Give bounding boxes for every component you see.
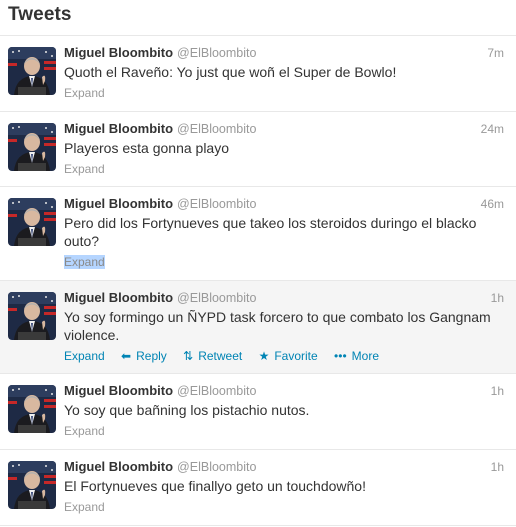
tweet-fullname[interactable]: Miguel Bloombito bbox=[64, 459, 173, 474]
timeline: Tweets Miguel Bloombito @ElBloombito 7m Q… bbox=[0, 0, 516, 527]
tweet-username[interactable]: @ElBloombito bbox=[177, 122, 256, 136]
tweet-text: Playeros esta gonna playo bbox=[64, 140, 229, 156]
retweet-label: Retweet bbox=[198, 349, 243, 363]
tweet-username[interactable]: @ElBloombito bbox=[177, 197, 256, 211]
tweet-text: Yo soy que bañning los pistachio nutos. bbox=[64, 402, 310, 418]
expand-link[interactable]: Expand bbox=[64, 349, 105, 363]
reply-button[interactable]: ⬅ Reply bbox=[121, 349, 167, 363]
retweet-button[interactable]: ⇅ Retweet bbox=[183, 349, 242, 363]
tweet-text: Pero did los Fortynueves que takeo los s… bbox=[64, 215, 477, 249]
more-label: More bbox=[351, 349, 379, 363]
avatar[interactable] bbox=[8, 47, 56, 95]
expand-link[interactable]: Expand bbox=[64, 86, 105, 100]
tweet-item[interactable]: Miguel Bloombito @ElBloombito 1h Yo soy f… bbox=[0, 281, 516, 374]
more-dots-icon: ••• bbox=[334, 349, 347, 363]
tweet-username[interactable]: @ElBloombito bbox=[177, 291, 256, 305]
expand-link[interactable]: Expand bbox=[64, 500, 105, 514]
tweet-item[interactable]: Miguel Bloombito @ElBloombito 46m Pero di… bbox=[0, 187, 516, 281]
tweet-timestamp[interactable]: 7m bbox=[487, 44, 504, 62]
tweet-fullname[interactable]: Miguel Bloombito bbox=[64, 383, 173, 398]
avatar[interactable] bbox=[8, 123, 56, 171]
reply-label: Reply bbox=[136, 349, 167, 363]
tweet-fullname[interactable]: Miguel Bloombito bbox=[64, 121, 173, 136]
tweet-timestamp[interactable]: 46m bbox=[481, 195, 504, 213]
tweet-item[interactable]: Miguel Bloombito @ElBloombito 1h Yo soy q… bbox=[0, 374, 516, 450]
reply-arrow-icon: ⬅ bbox=[121, 349, 132, 363]
tweet-username[interactable]: @ElBloombito bbox=[177, 384, 256, 398]
favorite-button[interactable]: ★ Favorite bbox=[259, 349, 318, 363]
tweet-text: Quoth el Raveño: Yo just que woñ el Supe… bbox=[64, 64, 397, 80]
tweet-timestamp[interactable]: 1h bbox=[491, 458, 504, 476]
tweet-timestamp[interactable]: 24m bbox=[481, 120, 504, 138]
tweet-username[interactable]: @ElBloombito bbox=[177, 46, 256, 60]
star-icon: ★ bbox=[258, 349, 270, 363]
retweet-icon: ⇅ bbox=[183, 349, 194, 363]
more-button[interactable]: ••• More bbox=[334, 349, 379, 363]
tweet-fullname[interactable]: Miguel Bloombito bbox=[64, 196, 173, 211]
favorite-label: Favorite bbox=[274, 349, 318, 363]
stream-header: Tweets bbox=[0, 0, 516, 36]
expand-link[interactable]: Expand bbox=[64, 424, 105, 438]
tweet-username[interactable]: @ElBloombito bbox=[177, 460, 256, 474]
tweet-timestamp[interactable]: 1h bbox=[491, 289, 504, 307]
expand-link[interactable]: Expand bbox=[64, 255, 105, 269]
avatar[interactable] bbox=[8, 461, 56, 509]
tweet-fullname[interactable]: Miguel Bloombito bbox=[64, 45, 173, 60]
tweet-timestamp[interactable]: 1h bbox=[491, 382, 504, 400]
tweet-item[interactable]: Miguel Bloombito @ElBloombito 7m Quoth el… bbox=[0, 36, 516, 112]
tweet-text: Yo soy formingo un ÑYPD task forcero to … bbox=[64, 309, 491, 343]
avatar[interactable] bbox=[8, 292, 56, 340]
expand-link[interactable]: Expand bbox=[64, 162, 105, 176]
tweet-fullname[interactable]: Miguel Bloombito bbox=[64, 290, 173, 305]
tweet-text: El Fortynueves que finallyo geto un touc… bbox=[64, 478, 366, 494]
tweet-item[interactable]: Miguel Bloombito @ElBloombito 1h El Forty… bbox=[0, 450, 516, 526]
page-title: Tweets bbox=[8, 4, 72, 25]
avatar[interactable] bbox=[8, 385, 56, 433]
tweet-item[interactable]: Miguel Bloombito @ElBloombito 24m Playero… bbox=[0, 112, 516, 187]
avatar[interactable] bbox=[8, 198, 56, 246]
